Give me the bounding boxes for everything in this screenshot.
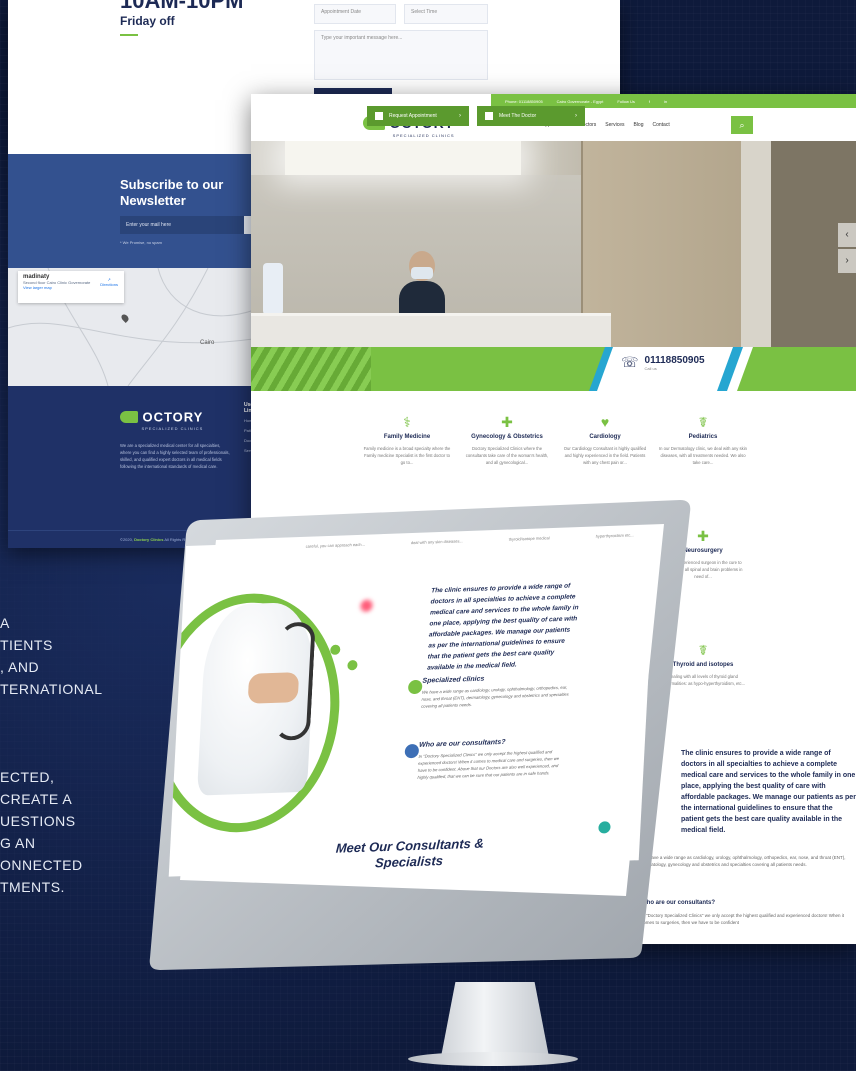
monitor-screen: careful, you can approach each... deal w…: [168, 529, 656, 877]
consultants-item: Who are our consultants? In "Doctory Spe…: [417, 737, 569, 781]
green-dot-decoration: [330, 644, 341, 655]
screen-intro-text: The clinic ensures to provide a wide ran…: [426, 582, 579, 672]
monitor-stand: [440, 982, 550, 1062]
screen-item-body: We have a wide range as cardiology, urol…: [421, 684, 569, 709]
screen-item-title: Specialized clinics: [422, 675, 485, 685]
scroll-to-top-button[interactable]: [598, 821, 611, 834]
specialized-clinics-icon: [407, 679, 423, 695]
monitor-frame: [149, 500, 691, 970]
specialized-clinics-item: Specialized clinics We have a wide range…: [421, 672, 573, 709]
screen-fragment: hyperthyroidism etc...: [595, 532, 634, 539]
green-dot-decoration: [347, 660, 358, 671]
pink-dot-decoration: [360, 599, 373, 612]
stethoscope-image: [273, 621, 316, 741]
consultants-shield-icon: [404, 743, 420, 759]
screen-fragment: careful, you can approach each...: [305, 541, 366, 549]
screen-fragment: deal with any skin diseases...: [410, 538, 463, 546]
screen-item-body: In "Doctory Specialized Clinics" we only…: [417, 749, 560, 780]
monitor-stand-base: [408, 1052, 578, 1066]
screen-fragment: thyroid/isotope medical: [508, 535, 550, 542]
screen-item-title: Who are our consultants?: [418, 738, 506, 749]
